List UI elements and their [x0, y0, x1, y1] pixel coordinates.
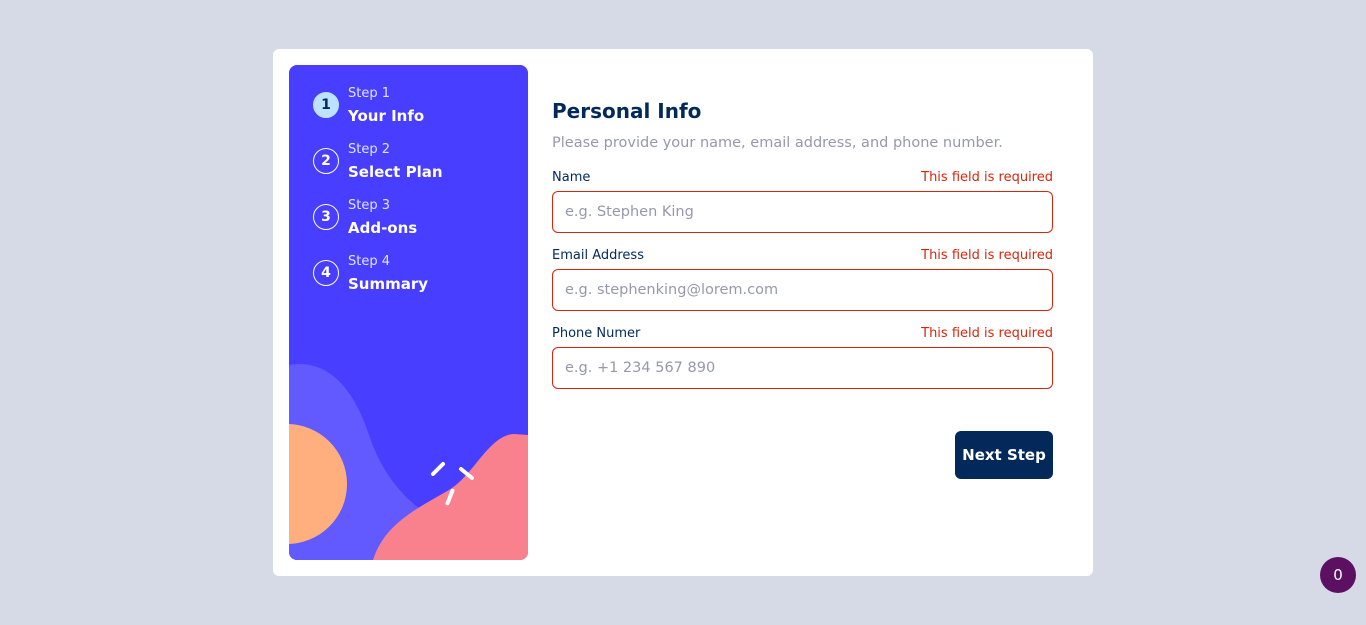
step-title: Summary — [348, 275, 429, 293]
phone-label: Phone Numer — [552, 326, 641, 341]
name-field-group: Name This field is required — [552, 169, 1053, 233]
step-title: Your Info — [348, 107, 425, 125]
step-title: Add-ons — [348, 219, 418, 237]
email-label: Email Address — [552, 248, 644, 263]
step-label: Step 4 — [348, 254, 391, 269]
email-error: This field is required — [921, 248, 1053, 263]
step-number: 3 — [313, 204, 339, 230]
phone-error: This field is required — [921, 326, 1053, 341]
step-number: 4 — [313, 260, 339, 286]
step-label: Step 2 — [348, 142, 391, 157]
name-label: Name — [552, 170, 591, 185]
name-error: This field is required — [921, 170, 1053, 185]
sidebar: 1 Step 1 Your Info 2 Step 2 Select Plan … — [289, 65, 528, 560]
step-item-select-plan[interactable]: 2 Step 2 Select Plan — [313, 141, 443, 197]
phone-input[interactable] — [552, 347, 1053, 389]
form-card: 1 Step 1 Your Info 2 Step 2 Select Plan … — [273, 49, 1093, 576]
phone-field-group: Phone Numer This field is required — [552, 325, 1053, 389]
step-label: Step 1 — [348, 86, 391, 101]
name-input[interactable] — [552, 191, 1053, 233]
notification-badge[interactable]: 0 — [1320, 557, 1356, 593]
step-item-add-ons[interactable]: 3 Step 3 Add-ons — [313, 197, 443, 253]
step-item-your-info[interactable]: 1 Step 1 Your Info — [313, 85, 443, 141]
email-field-group: Email Address This field is required — [552, 247, 1053, 311]
step-title: Select Plan — [348, 163, 443, 181]
step-item-summary[interactable]: 4 Step 4 Summary — [313, 253, 443, 309]
page-subtitle: Please provide your name, email address,… — [552, 135, 1003, 151]
step-number: 1 — [313, 92, 339, 118]
step-label: Step 3 — [348, 198, 391, 213]
deco-stroke-1 — [431, 462, 445, 476]
step-number: 2 — [313, 148, 339, 174]
step-list: 1 Step 1 Your Info 2 Step 2 Select Plan … — [313, 85, 443, 309]
email-input[interactable] — [552, 269, 1053, 311]
page-title: Personal Info — [552, 99, 702, 123]
next-step-button[interactable]: Next Step — [955, 431, 1053, 479]
